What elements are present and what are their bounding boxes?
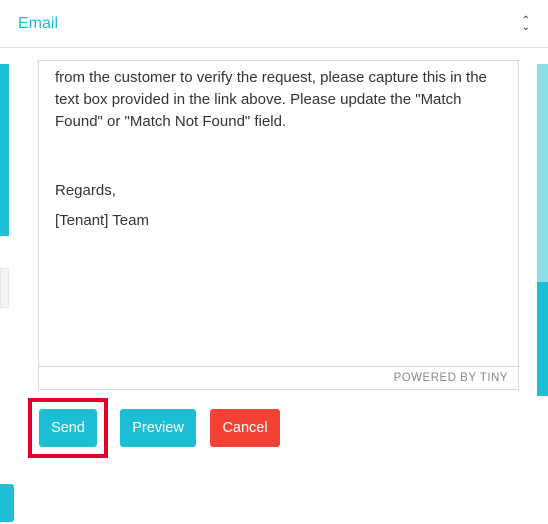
content-area: from the customer to verify the request,…	[0, 48, 548, 484]
panel-title: Email	[18, 15, 58, 33]
cancel-button[interactable]: Cancel	[210, 409, 280, 447]
left-accent-bar	[0, 64, 9, 236]
email-body[interactable]: from the customer to verify the request,…	[39, 61, 518, 366]
body-text: from the customer to verify the request,…	[55, 67, 502, 132]
signature-team: [Tenant] Team	[55, 210, 502, 232]
editor-branding: POWERED BY TINY	[39, 366, 518, 389]
send-highlight-box: Send	[28, 398, 108, 458]
preview-button[interactable]: Preview	[120, 409, 196, 447]
bottom-left-accent	[0, 484, 14, 522]
send-button[interactable]: Send	[39, 409, 97, 447]
signature-regards: Regards,	[55, 180, 502, 202]
action-button-row: Send Preview Cancel	[28, 398, 280, 458]
email-editor: from the customer to verify the request,…	[38, 60, 519, 390]
right-accent-bar	[537, 282, 548, 396]
left-accent-panel	[0, 268, 9, 308]
right-accent-bar-light	[537, 64, 548, 282]
panel-header: Email ⌃ ⌄	[0, 0, 548, 48]
expand-collapse-icon[interactable]: ⌃ ⌄	[522, 17, 530, 31]
